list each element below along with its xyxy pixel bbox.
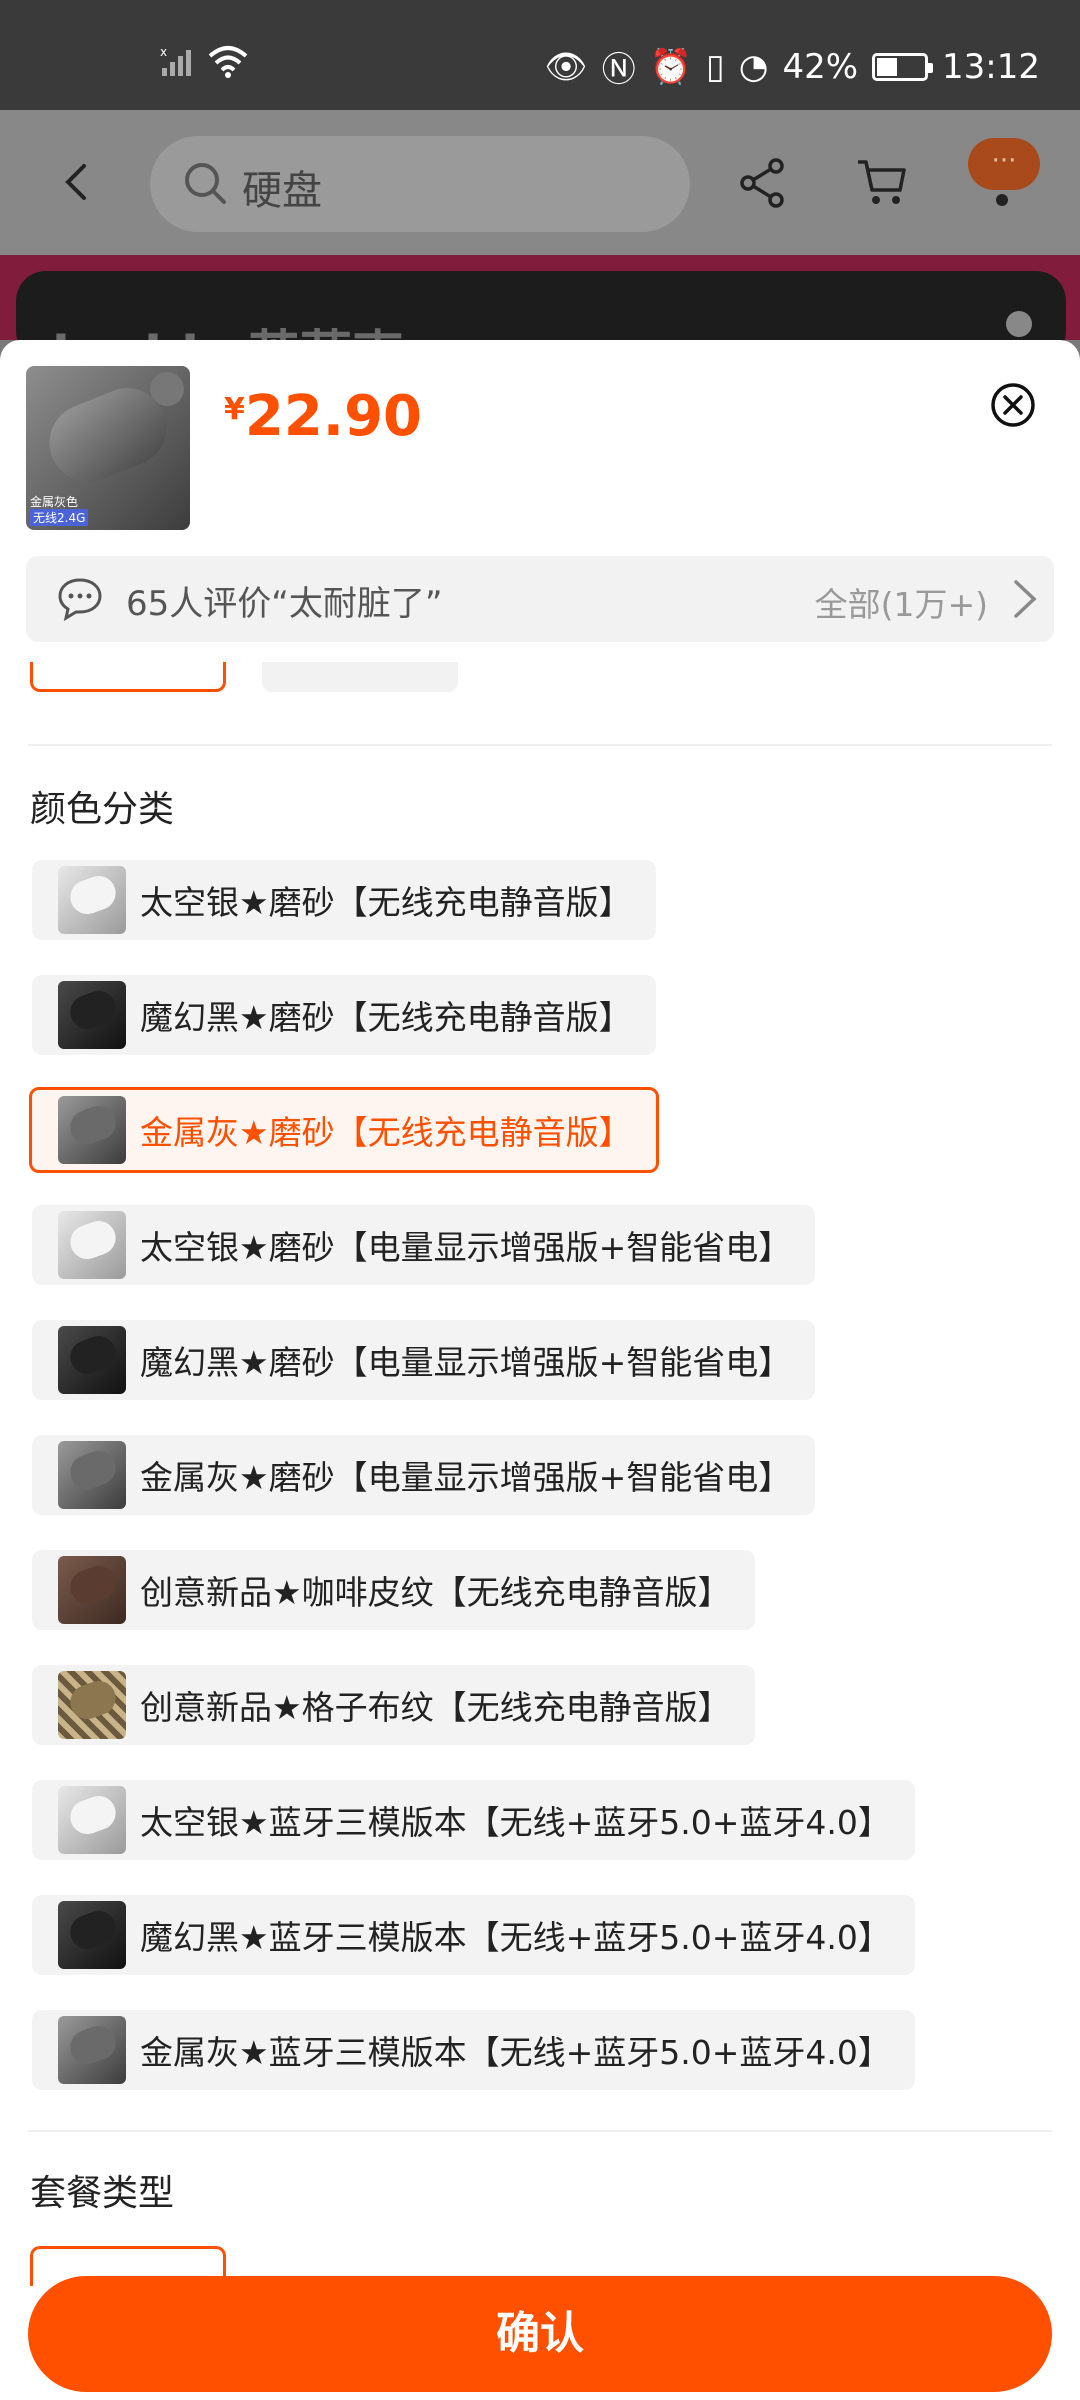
mouse-image xyxy=(65,871,121,919)
product-thumbnail[interactable]: 金属灰色 无线2.4G xyxy=(26,366,190,530)
clipped-option-chip[interactable] xyxy=(30,662,226,692)
divider xyxy=(28,2130,1052,2132)
color-option-label: 创意新品★咖啡皮纹【无线充电静音版】 xyxy=(140,1573,731,1612)
review-text: 65人评价“太耐脏了” xyxy=(126,584,443,624)
option-thumbnail xyxy=(58,1096,126,1164)
option-thumbnail xyxy=(58,1556,126,1624)
color-option[interactable]: 太空银★蓝牙三模版本【无线+蓝牙5.0+蓝牙4.0】 xyxy=(32,1780,915,1860)
clock: 13:12 xyxy=(942,46,1040,87)
color-option[interactable]: 太空银★磨砂【无线充电静音版】 xyxy=(32,860,656,940)
svg-text:x: x xyxy=(160,46,167,59)
option-thumbnail xyxy=(58,1786,126,1854)
option-thumbnail xyxy=(58,1211,126,1279)
color-option-label: 金属灰★磨砂【无线充电静音版】 xyxy=(140,1113,632,1152)
divider xyxy=(28,744,1052,746)
color-option-label: 金属灰★蓝牙三模版本【无线+蓝牙5.0+蓝牙4.0】 xyxy=(140,2033,891,2072)
close-icon[interactable] xyxy=(990,382,1036,428)
mouse-image xyxy=(65,1791,121,1839)
color-option-label: 魔幻黑★磨砂【无线充电静音版】 xyxy=(140,998,632,1037)
mouse-image xyxy=(65,1101,121,1149)
mouse-image xyxy=(65,1331,121,1379)
search-bar[interactable]: 硬盘 xyxy=(150,136,690,232)
option-thumbnail xyxy=(58,866,126,934)
color-option-label: 创意新品★格子布纹【无线充电静音版】 xyxy=(140,1688,731,1727)
option-thumbnail xyxy=(58,2016,126,2084)
thumbnail-tag: 无线2.4G xyxy=(30,509,89,526)
option-thumbnail xyxy=(58,1326,126,1394)
mouse-image xyxy=(65,1676,121,1724)
nfc-icon: Ⓝ xyxy=(601,50,636,90)
confirm-button[interactable]: 确认 xyxy=(28,2276,1052,2392)
color-option-label: 魔幻黑★蓝牙三模版本【无线+蓝牙5.0+蓝牙4.0】 xyxy=(140,1918,891,1957)
color-option[interactable]: 魔幻黑★蓝牙三模版本【无线+蓝牙5.0+蓝牙4.0】 xyxy=(32,1895,915,1975)
alarm-icon: ⏰ xyxy=(649,46,693,87)
comment-icon xyxy=(58,578,102,622)
review-summary[interactable]: 65人评价“太耐脏了” 全部(1万+) xyxy=(26,556,1054,642)
color-option[interactable]: 魔幻黑★磨砂【无线充电静音版】 xyxy=(32,975,656,1055)
color-option[interactable]: 太空银★磨砂【电量显示增强版+智能省电】 xyxy=(32,1205,816,1285)
mouse-image xyxy=(65,1216,121,1264)
shop-banner: inphic 英菲克 xyxy=(0,255,1080,386)
mouse-image xyxy=(65,2021,121,2069)
color-option[interactable]: 金属灰★磨砂【无线充电静音版】 xyxy=(29,1087,659,1173)
search-icon xyxy=(185,163,226,204)
option-thumbnail xyxy=(58,1441,126,1509)
banner-dot xyxy=(1006,311,1032,337)
color-option-label: 魔幻黑★磨砂【电量显示增强版+智能省电】 xyxy=(140,1343,792,1382)
signal-icon: x xyxy=(160,46,191,76)
clipped-option-chip[interactable] xyxy=(262,662,458,692)
speed-icon: ◔ xyxy=(738,46,769,87)
color-option-label: 金属灰★磨砂【电量显示增强版+智能省电】 xyxy=(140,1458,792,1497)
option-thumbnail xyxy=(58,981,126,1049)
color-option[interactable]: 创意新品★咖啡皮纹【无线充电静音版】 xyxy=(32,1550,755,1630)
mouse-image xyxy=(65,1446,121,1494)
cart-icon[interactable] xyxy=(856,156,908,206)
price: ¥22.90 xyxy=(224,384,422,449)
page-indicator-dot xyxy=(996,194,1008,206)
vibrate-icon: ▯ xyxy=(706,46,725,87)
sku-selector-sheet: 金属灰色 无线2.4G ¥22.90 65人评价“太耐脏了” 全部(1万+) 颜… xyxy=(0,340,1080,2400)
color-section-title: 颜色分类 xyxy=(30,789,175,830)
package-section-title: 套餐类型 xyxy=(30,2173,175,2214)
all-reviews-link[interactable]: 全部(1万+) xyxy=(815,578,988,626)
color-option-label: 太空银★蓝牙三模版本【无线+蓝牙5.0+蓝牙4.0】 xyxy=(140,1803,891,1842)
battery-icon xyxy=(872,52,934,81)
more-menu-button[interactable]: ··· xyxy=(968,138,1040,190)
option-thumbnail xyxy=(58,1671,126,1739)
color-option[interactable]: 魔幻黑★磨砂【电量显示增强版+智能省电】 xyxy=(32,1320,816,1400)
price-value: 22.90 xyxy=(244,384,423,449)
mouse-image xyxy=(65,1906,121,1954)
wifi-icon xyxy=(208,46,248,78)
top-nav: 硬盘 ··· xyxy=(0,110,1080,255)
color-option[interactable]: 金属灰★蓝牙三模版本【无线+蓝牙5.0+蓝牙4.0】 xyxy=(32,2010,915,2090)
eye-icon: 👁 xyxy=(544,46,588,87)
option-thumbnail xyxy=(58,1901,126,1969)
battery-percent: 42% xyxy=(782,46,859,87)
mouse-image xyxy=(65,1561,121,1609)
color-option[interactable]: 创意新品★格子布纹【无线充电静音版】 xyxy=(32,1665,755,1745)
back-arrow-icon[interactable] xyxy=(58,162,98,202)
mouse-image xyxy=(65,986,121,1034)
color-option[interactable]: 金属灰★磨砂【电量显示增强版+智能省电】 xyxy=(32,1435,816,1515)
currency-symbol: ¥ xyxy=(224,392,245,427)
share-icon[interactable] xyxy=(738,158,786,208)
color-option-label: 太空银★磨砂【无线充电静音版】 xyxy=(140,883,632,922)
status-bar: x 👁 Ⓝ ⏰ ▯ ◔ 42% 13:12 xyxy=(0,0,1080,110)
chevron-right-icon xyxy=(1014,580,1037,618)
thumbnail-tag: 金属灰色 xyxy=(30,495,79,509)
search-input[interactable]: 硬盘 xyxy=(242,158,322,216)
color-option-label: 太空银★磨砂【电量显示增强版+智能省电】 xyxy=(140,1228,792,1267)
